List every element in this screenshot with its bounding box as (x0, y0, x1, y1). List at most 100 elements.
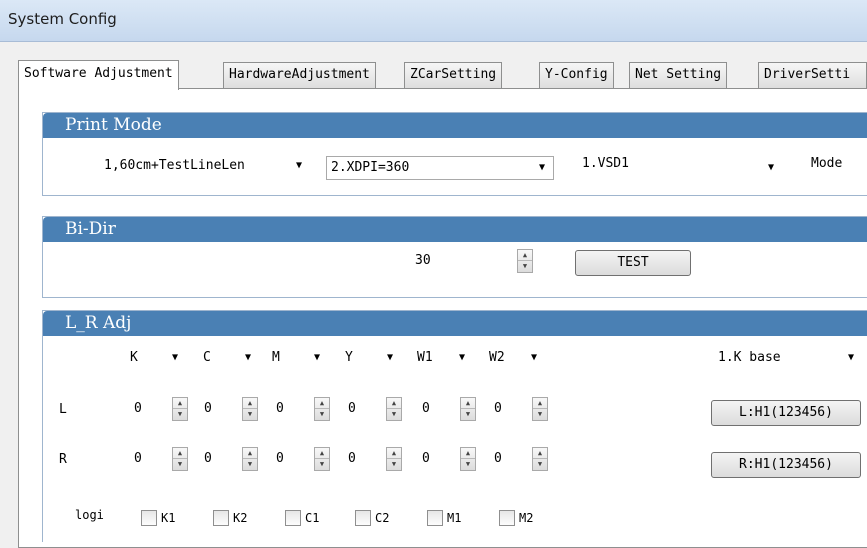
print-mode-combo-2-value: 2.XDPI=360 (331, 160, 410, 175)
spin-up-icon[interactable]: ▲ (461, 448, 475, 459)
chevron-down-icon: ▼ (295, 160, 303, 171)
l-value-field[interactable]: 0 (489, 396, 529, 422)
spin-up-icon[interactable]: ▲ (315, 448, 329, 459)
color-combo-m[interactable]: M ▼ (267, 346, 329, 370)
l-value-field[interactable]: 0 (417, 396, 457, 422)
chevron-down-icon: ▼ (171, 352, 179, 363)
checkbox-k2[interactable] (213, 510, 229, 526)
spin-up-icon[interactable]: ▲ (173, 448, 187, 459)
checkbox-c2-label: C2 (375, 511, 390, 525)
checkbox-c2[interactable] (355, 510, 371, 526)
print-mode-combo-3-value: 1.VSD1 (582, 156, 629, 171)
spin-up-icon[interactable]: ▲ (387, 398, 401, 409)
bi-dir-header: Bi-Dir (43, 217, 867, 242)
color-combo-y[interactable]: Y ▼ (340, 346, 402, 370)
checkbox-m2[interactable] (499, 510, 515, 526)
r-value-field[interactable]: 0 (129, 446, 169, 472)
test-button[interactable]: TEST (575, 250, 691, 276)
l-spinner[interactable]: ▲ ▼ (242, 397, 258, 421)
checkbox-k2-label: K2 (233, 511, 248, 525)
color-combo-c[interactable]: C ▼ (198, 346, 260, 370)
spin-down-icon[interactable]: ▼ (173, 409, 187, 420)
r-spinner[interactable]: ▲ ▼ (532, 447, 548, 471)
window-title: System Config (8, 10, 117, 28)
checkbox-c1[interactable] (285, 510, 301, 526)
tab-net-setting[interactable]: Net Setting (629, 62, 728, 88)
spin-up-icon[interactable]: ▲ (315, 398, 329, 409)
tab-hardware-adjustment[interactable]: HardwareAdjustment (223, 62, 376, 88)
r-value-field[interactable]: 0 (199, 446, 239, 472)
r-spinner[interactable]: ▲ ▼ (242, 447, 258, 471)
checkbox-m1-label: M1 (447, 511, 462, 525)
l-spinner[interactable]: ▲ ▼ (532, 397, 548, 421)
l-spinner[interactable]: ▲ ▼ (386, 397, 402, 421)
tab-driver-setting[interactable]: DriverSetti (758, 62, 867, 88)
checkbox-k1-label: K1 (161, 511, 176, 525)
r-spinner[interactable]: ▲ ▼ (460, 447, 476, 471)
l-h1-button[interactable]: L:H1(123456) (711, 400, 861, 426)
spin-down-icon[interactable]: ▼ (243, 459, 257, 470)
color-combo-w2[interactable]: W2 ▼ (484, 346, 546, 370)
spin-down-icon[interactable]: ▼ (315, 409, 329, 420)
spin-up-icon[interactable]: ▲ (533, 398, 547, 409)
spin-up-icon[interactable]: ▲ (461, 398, 475, 409)
spin-down-icon[interactable]: ▼ (387, 409, 401, 420)
spin-down-icon[interactable]: ▼ (387, 459, 401, 470)
print-mode-combo-3[interactable]: 1.VSD1 ▼ (577, 152, 783, 176)
spin-up-icon[interactable]: ▲ (243, 448, 257, 459)
spin-up-icon[interactable]: ▲ (173, 398, 187, 409)
lr-adj-group: L_R Adj K ▼ C ▼ M ▼ Y ▼ W1 ▼ W2 ▼ 1.K ba… (42, 310, 867, 542)
logic-label: logi (75, 508, 104, 522)
spin-up-icon[interactable]: ▲ (243, 398, 257, 409)
spin-up-icon[interactable]: ▲ (533, 448, 547, 459)
checkbox-k1[interactable] (141, 510, 157, 526)
tab-software-adjustment[interactable]: Software Adjustment (18, 60, 179, 90)
color-combo-k[interactable]: K ▼ (125, 346, 187, 370)
row-r-label: R (59, 452, 67, 467)
r-spinner[interactable]: ▲ ▼ (386, 447, 402, 471)
base-combo[interactable]: 1.K base ▼ (713, 346, 863, 370)
tab-zcar-setting[interactable]: ZCarSetting (404, 62, 503, 88)
r-value-field[interactable]: 0 (489, 446, 529, 472)
r-value-field[interactable]: 0 (271, 446, 311, 472)
r-value-field[interactable]: 0 (417, 446, 457, 472)
chevron-down-icon: ▼ (530, 352, 538, 363)
r-spinner[interactable]: ▲ ▼ (172, 447, 188, 471)
l-value-field[interactable]: 0 (271, 396, 311, 422)
spin-down-icon[interactable]: ▼ (461, 409, 475, 420)
color-combo-w2-value: W2 (489, 350, 505, 365)
print-mode-combo-2[interactable]: 2.XDPI=360 ▼ (326, 156, 554, 180)
spin-down-icon[interactable]: ▼ (173, 459, 187, 470)
l-value-field[interactable]: 0 (129, 396, 169, 422)
spin-down-icon[interactable]: ▼ (461, 459, 475, 470)
r-h1-button[interactable]: R:H1(123456) (711, 452, 861, 478)
spin-down-icon[interactable]: ▼ (315, 459, 329, 470)
spin-up-icon[interactable]: ▲ (518, 250, 532, 261)
spin-down-icon[interactable]: ▼ (518, 261, 532, 272)
print-mode-combo-1[interactable]: 1,60cm+TestLineLen ▼ (99, 154, 311, 178)
spin-down-icon[interactable]: ▼ (533, 409, 547, 420)
r-spinner[interactable]: ▲ ▼ (314, 447, 330, 471)
bi-dir-value-field[interactable]: 30 (410, 248, 514, 274)
window-titlebar: System Config (0, 0, 867, 42)
spin-down-icon[interactable]: ▼ (243, 409, 257, 420)
l-value-field[interactable]: 0 (343, 396, 383, 422)
l-value-field[interactable]: 0 (199, 396, 239, 422)
chevron-down-icon: ▼ (458, 352, 466, 363)
spin-down-icon[interactable]: ▼ (533, 459, 547, 470)
checkbox-m2-label: M2 (519, 511, 534, 525)
tab-strip: Software Adjustment HardwareAdjustment Z… (18, 60, 867, 90)
base-combo-value: 1.K base (718, 350, 781, 365)
l-spinner[interactable]: ▲ ▼ (172, 397, 188, 421)
color-combo-w1[interactable]: W1 ▼ (412, 346, 474, 370)
l-spinner[interactable]: ▲ ▼ (460, 397, 476, 421)
bi-dir-spinner[interactable]: ▲ ▼ (517, 249, 533, 273)
spin-up-icon[interactable]: ▲ (387, 448, 401, 459)
chevron-down-icon: ▼ (538, 162, 546, 173)
r-value-field[interactable]: 0 (343, 446, 383, 472)
color-combo-c-value: C (203, 350, 211, 365)
l-spinner[interactable]: ▲ ▼ (314, 397, 330, 421)
checkbox-m1[interactable] (427, 510, 443, 526)
tab-y-config[interactable]: Y-Config (539, 62, 614, 88)
chevron-down-icon: ▼ (313, 352, 321, 363)
